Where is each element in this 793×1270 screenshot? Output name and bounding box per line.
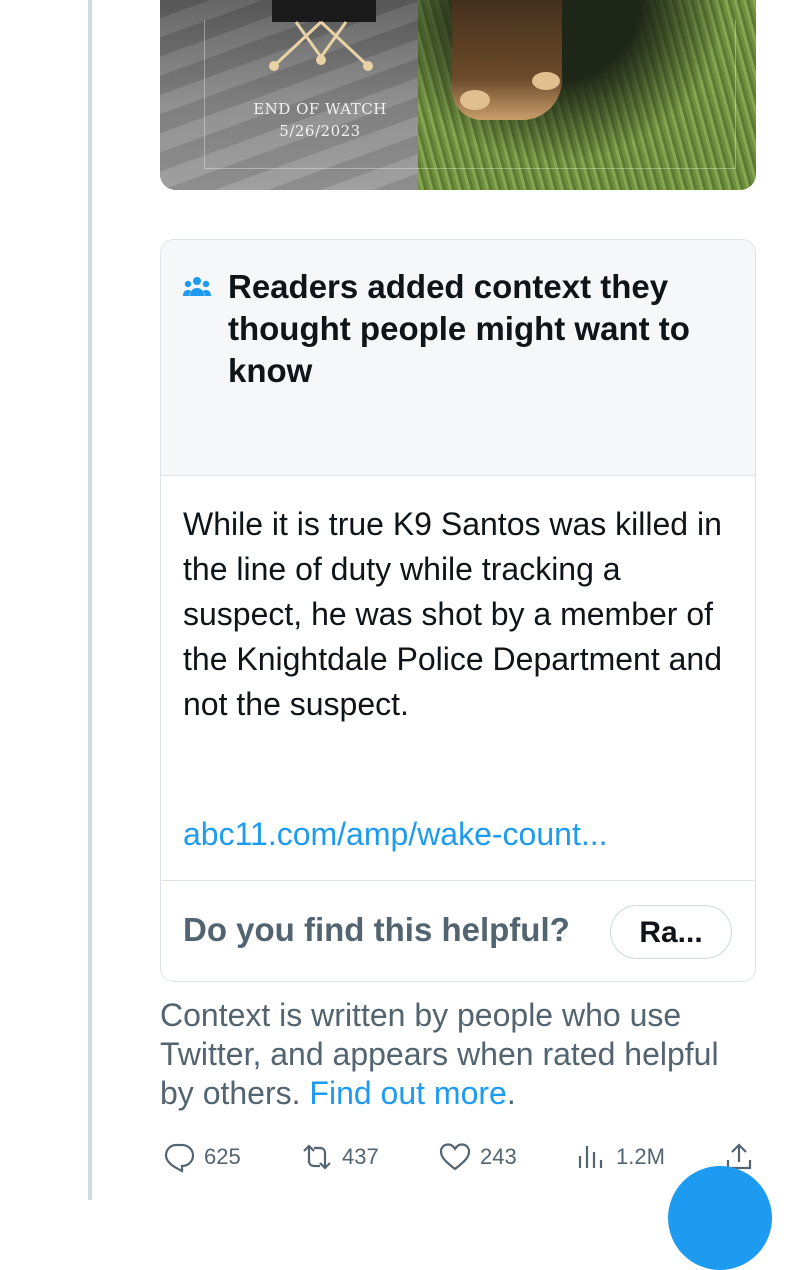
thread-connector-line — [88, 0, 92, 1200]
retweet-button[interactable]: 437 — [300, 1135, 379, 1179]
like-button[interactable]: 243 — [438, 1135, 517, 1179]
compose-tweet-fab[interactable] — [668, 1166, 772, 1270]
end-of-watch-date: 5/26/2023 — [279, 122, 361, 140]
retweet-count: 437 — [342, 1144, 379, 1169]
rate-it-button[interactable]: Ra... — [610, 905, 732, 959]
like-count: 243 — [480, 1144, 517, 1169]
reply-icon — [164, 1143, 195, 1173]
views-button[interactable]: 1.2M — [574, 1135, 665, 1179]
people-icon — [183, 277, 211, 296]
community-note-rating-row: Do you find this helpful? Ra... — [161, 880, 755, 981]
end-of-watch-caption: END OF WATCH 5/26/2023 — [252, 98, 388, 142]
end-of-watch-label: END OF WATCH — [253, 100, 387, 118]
heart-icon — [439, 1143, 471, 1171]
memorial-frame — [204, 20, 736, 169]
helpful-question: Do you find this helpful? — [183, 911, 570, 948]
community-note-body: While it is true K9 Santos was killed in… — [183, 506, 723, 722]
community-note-source-link[interactable]: abc11.com/amp/wake-count... — [183, 814, 723, 854]
retweet-icon — [303, 1144, 331, 1170]
view-count: 1.2M — [616, 1144, 665, 1169]
reply-count: 625 — [204, 1144, 241, 1169]
community-note-disclaimer: Context is written by people who use Twi… — [160, 996, 760, 1113]
community-note-card: Readers added context they thought peopl… — [160, 239, 756, 982]
reply-button[interactable]: 625 — [162, 1135, 241, 1179]
community-note-header: Readers added context they thought peopl… — [161, 240, 755, 476]
views-chart-icon — [578, 1146, 603, 1168]
tweet-action-bar: 625 437 243 1.2M — [0, 1135, 793, 1179]
find-out-more-link[interactable]: Find out more — [309, 1075, 506, 1111]
tweet-media-image[interactable]: END OF WATCH 5/26/2023 — [160, 0, 756, 190]
community-note-title: Readers added context they thought peopl… — [228, 268, 690, 389]
disclaimer-period: . — [506, 1075, 516, 1111]
